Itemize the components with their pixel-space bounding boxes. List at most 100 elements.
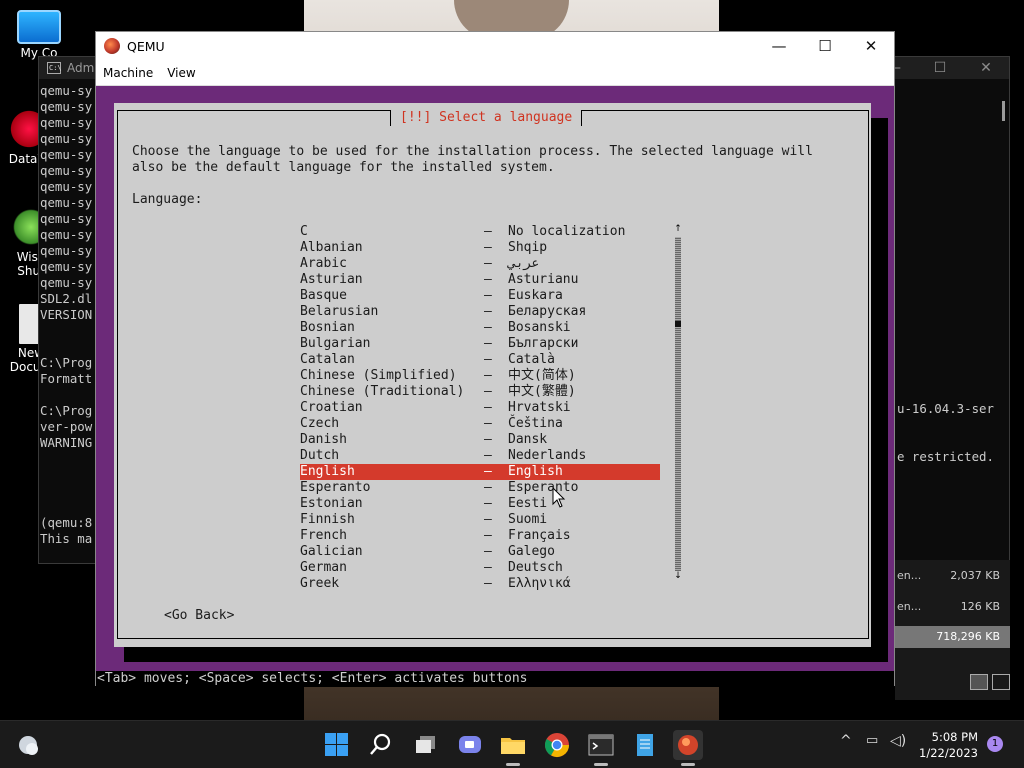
language-item[interactable]: Bosnian – Bosanski	[300, 320, 660, 336]
language-item[interactable]: Albanian – Shqip	[300, 240, 660, 256]
language-item[interactable]: Croatian – Hrvatski	[300, 400, 660, 416]
language-separator: –	[484, 560, 492, 575]
chat-icon[interactable]	[455, 730, 485, 760]
details-view-icon[interactable]	[970, 674, 988, 690]
menu-view[interactable]: View	[160, 66, 202, 80]
menu-machine[interactable]: Machine	[96, 66, 160, 80]
language-native-name: Eesti	[508, 496, 548, 511]
file-row-selected[interactable]: 718,296 KB	[895, 626, 1010, 648]
file-row[interactable]: en... 2,037 KB	[895, 565, 1010, 587]
language-item[interactable]: Finnish – Suomi	[300, 512, 660, 528]
qemu-logo-icon	[104, 38, 120, 54]
language-item[interactable]: Danish – Dansk	[300, 432, 660, 448]
language-item-selected[interactable]: English – English	[300, 464, 660, 480]
file-row[interactable]: en... 126 KB	[895, 596, 1010, 618]
taskbar-clock[interactable]: 5:08 PM 1/22/2023	[919, 729, 978, 761]
vm-display[interactable]: [!!] Select a language Choose the langua…	[96, 87, 894, 687]
language-name: Asturian	[300, 272, 363, 287]
language-item[interactable]: Catalan – Català	[300, 352, 660, 368]
language-item[interactable]: Belarusian – Беларуская	[300, 304, 660, 320]
weather-icon[interactable]	[14, 731, 44, 761]
language-item[interactable]: C – No localization	[300, 224, 660, 240]
language-separator: –	[484, 256, 492, 271]
language-item[interactable]: Chinese (Traditional) – 中文(繁體)	[300, 384, 660, 400]
language-name: Greek	[300, 576, 340, 591]
console-output: qemu-sy qemu-sy qemu-sy qemu-sy qemu-sy …	[40, 83, 93, 546]
terminal-icon: C:\	[47, 62, 62, 74]
language-native-name: Dansk	[508, 432, 548, 447]
language-separator: –	[484, 320, 492, 335]
language-item[interactable]: German – Deutsch	[300, 560, 660, 576]
qemu-maximize-button[interactable]: ☐	[802, 32, 848, 60]
language-separator: –	[484, 384, 492, 399]
language-separator: –	[484, 304, 492, 319]
language-separator: –	[484, 480, 492, 495]
qemu-taskbar-icon[interactable]	[673, 730, 703, 766]
tiles-view-icon[interactable]	[992, 674, 1010, 690]
language-separator: –	[484, 400, 492, 415]
language-native-name: English	[508, 464, 563, 479]
language-list[interactable]: C – No localization Albanian – Shqip Arabic – عر…	[300, 224, 660, 592]
language-native-name: Euskara	[508, 288, 563, 303]
taskbar: ^ ▭ ◁) 5:08 PM 1/22/2023	[0, 720, 1024, 768]
scroll-track[interactable]	[675, 237, 681, 571]
language-item[interactable]: Estonian – Eesti	[300, 496, 660, 512]
language-name: English	[300, 464, 355, 479]
language-item[interactable]: Asturian – Asturianu	[300, 272, 660, 288]
chevron-up-icon[interactable]: ^	[840, 733, 852, 749]
network-icon[interactable]: ▭	[866, 733, 878, 748]
volume-icon[interactable]: ◁)	[890, 733, 906, 749]
desktop-icon-my-computer[interactable]: My Co	[4, 10, 74, 60]
chrome-icon[interactable]	[542, 730, 572, 760]
language-item[interactable]: Bulgarian – Български	[300, 336, 660, 352]
language-item[interactable]: Esperanto – Esperanto	[300, 480, 660, 496]
notification-badge[interactable]: 1	[987, 736, 1003, 752]
language-scrollbar[interactable]: ↑ ↓	[673, 224, 683, 582]
dialog-description: Choose the language to be used for the i…	[132, 144, 813, 175]
language-native-name: Français	[508, 528, 571, 543]
language-separator: –	[484, 544, 492, 559]
search-icon[interactable]	[366, 730, 396, 760]
installer-help-line: <Tab> moves; <Space> selects; <Enter> ac…	[96, 671, 894, 687]
dialog-frame: [!!] Select a language Choose the langua…	[117, 110, 869, 639]
language-item[interactable]: Chinese (Simplified) – 中文(简体)	[300, 368, 660, 384]
language-item[interactable]: Greek – Ελληνικά	[300, 576, 660, 592]
mouse-pointer-icon	[552, 487, 566, 508]
language-separator: –	[484, 512, 492, 527]
language-native-name: Nederlands	[508, 448, 587, 463]
console-close-button[interactable]: ✕	[963, 57, 1009, 79]
language-native-name: Български	[508, 336, 579, 351]
language-item[interactable]: French – Français	[300, 528, 660, 544]
scroll-up-arrow-icon[interactable]: ↑	[673, 224, 683, 234]
language-native-name: Čeština	[508, 416, 563, 431]
dialog-title: [!!] Select a language	[390, 110, 583, 126]
language-item[interactable]: Galician – Galego	[300, 544, 660, 560]
language-native-name: 中文(简体)	[508, 368, 576, 383]
language-separator: –	[484, 576, 492, 591]
language-item[interactable]: Basque – Euskara	[300, 288, 660, 304]
language-item[interactable]: Dutch – Nederlands	[300, 448, 660, 464]
language-separator: –	[484, 336, 492, 351]
console-output-right: u-16.04.3-ser e restricted.	[897, 401, 994, 464]
qemu-minimize-button[interactable]: —	[756, 32, 802, 60]
language-item[interactable]: Czech – Čeština	[300, 416, 660, 432]
console-maximize-button[interactable]: ☐	[917, 57, 963, 79]
start-button[interactable]	[322, 730, 352, 760]
qemu-window[interactable]: QEMU — ☐ ✕ Machine View [!!] Select a la…	[95, 31, 895, 687]
language-item[interactable]: Arabic – عربي	[300, 256, 660, 272]
task-view-icon[interactable]	[411, 730, 441, 760]
console-scrollbar[interactable]	[1002, 101, 1005, 121]
language-name: Catalan	[300, 352, 355, 367]
scroll-down-arrow-icon[interactable]: ↓	[673, 571, 683, 581]
language-separator: –	[484, 528, 492, 543]
language-name: Chinese (Simplified)	[300, 368, 457, 383]
scroll-thumb[interactable]	[675, 321, 681, 327]
file-size: 718,296 KB	[936, 630, 1000, 643]
go-back-button[interactable]: <Go Back>	[164, 608, 234, 624]
terminal-icon[interactable]	[586, 730, 616, 766]
qemu-titlebar[interactable]: QEMU — ☐ ✕	[96, 32, 894, 60]
notepad-icon[interactable]	[630, 730, 660, 760]
qemu-close-button[interactable]: ✕	[848, 32, 894, 60]
file-explorer-icon[interactable]	[498, 730, 528, 766]
language-separator: –	[484, 496, 492, 511]
